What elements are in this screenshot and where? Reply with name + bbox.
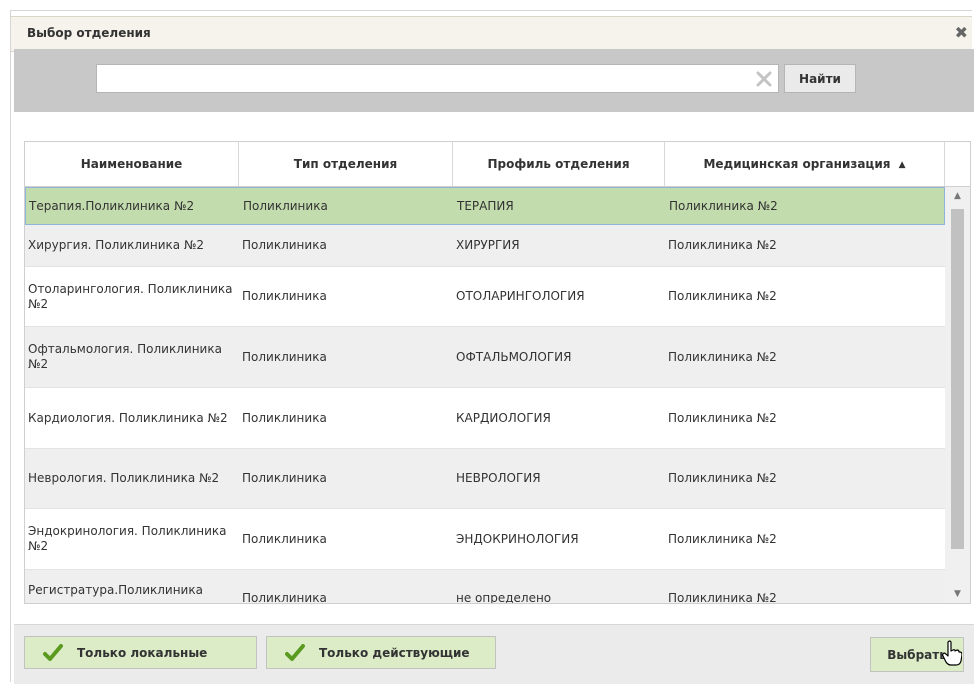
cell-organization: Поликлиника №2 xyxy=(668,531,777,546)
cell-type: Поликлиника xyxy=(242,410,327,425)
local-only-filter-button[interactable]: Только локальные xyxy=(24,636,257,669)
scroll-up-arrow-icon[interactable]: ▲ xyxy=(945,187,970,205)
table-row[interactable]: Кардиология. Поликлиника №2 Поликлиника … xyxy=(25,388,945,449)
checkmark-icon xyxy=(285,643,305,661)
cell-name: Неврология. Поликлиника №2 xyxy=(28,471,220,485)
cell-organization: Поликлиника №2 xyxy=(668,471,777,485)
search-input[interactable] xyxy=(96,64,779,93)
table-row[interactable]: Хирургия. Поликлиника №2 Поликлиника ХИР… xyxy=(25,225,945,267)
dialog-title: Выбор отделения xyxy=(27,26,151,40)
table-row[interactable]: Эндокринология. Поликлиника №2 Поликлини… xyxy=(25,509,945,570)
column-header-organization[interactable]: Медицинская организация ▲ xyxy=(665,142,945,186)
cell-profile: ОТОЛАРИНГОЛОГИЯ xyxy=(456,289,585,303)
cell-type: Поликлиника xyxy=(242,289,327,303)
cell-name: Хирургия. Поликлиника №2 xyxy=(28,238,205,252)
active-only-filter-button[interactable]: Только действующие xyxy=(266,636,496,669)
departments-table: Наименование Тип отделения Профиль отдел… xyxy=(24,141,971,604)
cell-name: Регистратура.Поликлиника xyxy=(28,582,203,597)
cell-organization: Поликлиника №2 xyxy=(668,590,777,604)
cell-name: Терапия.Поликлиника №2 xyxy=(29,198,195,213)
cell-name: Эндокринология. Поликлиника №2 xyxy=(28,524,227,553)
cell-organization: Поликлиника №2 xyxy=(669,198,778,213)
dialog-footer: Только локальные Только действующие Выбр… xyxy=(14,624,974,684)
cell-organization: Поликлиника №2 xyxy=(668,349,777,364)
cell-type: Поликлиника xyxy=(242,590,327,604)
clear-x-icon[interactable] xyxy=(756,71,772,87)
table-scrollbar[interactable]: ▲ ▼ xyxy=(945,187,970,603)
table-row[interactable]: Регистратура.Поликлиника Поликлиника не … xyxy=(25,570,945,604)
column-header-label: Медицинская организация xyxy=(703,157,891,171)
column-header-label: Профиль отделения xyxy=(487,157,630,171)
checkmark-icon xyxy=(43,643,63,661)
cell-name: Кардиология. Поликлиника №2 xyxy=(28,410,228,425)
column-header-label: Наименование xyxy=(80,157,183,171)
cell-name: Отоларингология. Поликлиника №2 xyxy=(28,281,233,311)
table-row[interactable]: Офтальмология. Поликлиника №2 Поликлиник… xyxy=(25,327,945,388)
cell-organization: Поликлиника №2 xyxy=(668,289,777,303)
cell-profile: НЕВРОЛОГИЯ xyxy=(456,471,541,485)
cell-profile: не определено xyxy=(456,590,552,604)
find-button[interactable]: Найти xyxy=(784,64,856,93)
column-header-label: Тип отделения xyxy=(293,157,398,171)
cell-type: Поликлиника xyxy=(242,531,327,546)
column-header-name[interactable]: Наименование xyxy=(25,142,239,186)
local-only-label: Только локальные xyxy=(77,645,208,660)
cell-profile: КАРДИОЛОГИЯ xyxy=(456,410,551,425)
close-icon[interactable]: ✖ xyxy=(955,24,968,42)
scrollbar-thumb[interactable] xyxy=(951,209,964,549)
table-row[interactable]: Неврология. Поликлиника №2 Поликлиника Н… xyxy=(25,449,945,509)
cell-name: Офтальмология. Поликлиника №2 xyxy=(28,342,222,371)
table-row[interactable]: Отоларингология. Поликлиника №2 Поликлин… xyxy=(25,267,945,327)
hand-pointer-icon xyxy=(942,640,962,666)
cell-type: Поликлиника xyxy=(242,471,327,485)
cell-organization: Поликлиника №2 xyxy=(668,238,777,252)
cell-type: Поликлиника xyxy=(242,238,327,252)
scroll-down-arrow-icon[interactable]: ▼ xyxy=(945,585,970,603)
active-only-label: Только действующие xyxy=(319,645,470,660)
column-header-type[interactable]: Тип отделения xyxy=(239,142,453,186)
dialog-titlebar: Выбор отделения ✖ xyxy=(11,16,972,52)
cell-profile: ОФТАЛЬМОЛОГИЯ xyxy=(456,349,572,364)
cell-profile: ТЕРАПИЯ xyxy=(457,198,514,213)
cell-type: Поликлиника xyxy=(242,349,327,364)
cell-organization: Поликлиника №2 xyxy=(668,410,777,425)
table-header: Наименование Тип отделения Профиль отдел… xyxy=(25,142,970,187)
sort-ascending-icon: ▲ xyxy=(898,160,906,170)
search-bar: Найти xyxy=(14,49,974,112)
cell-profile: ЭНДОКРИНОЛОГИЯ xyxy=(456,531,579,546)
table-row[interactable]: Терапия.Поликлиника №2 Поликлиника ТЕРАП… xyxy=(25,187,945,225)
column-header-profile[interactable]: Профиль отделения xyxy=(453,142,665,186)
cell-profile: ХИРУРГИЯ xyxy=(456,238,520,252)
cell-type: Поликлиника xyxy=(243,198,328,213)
